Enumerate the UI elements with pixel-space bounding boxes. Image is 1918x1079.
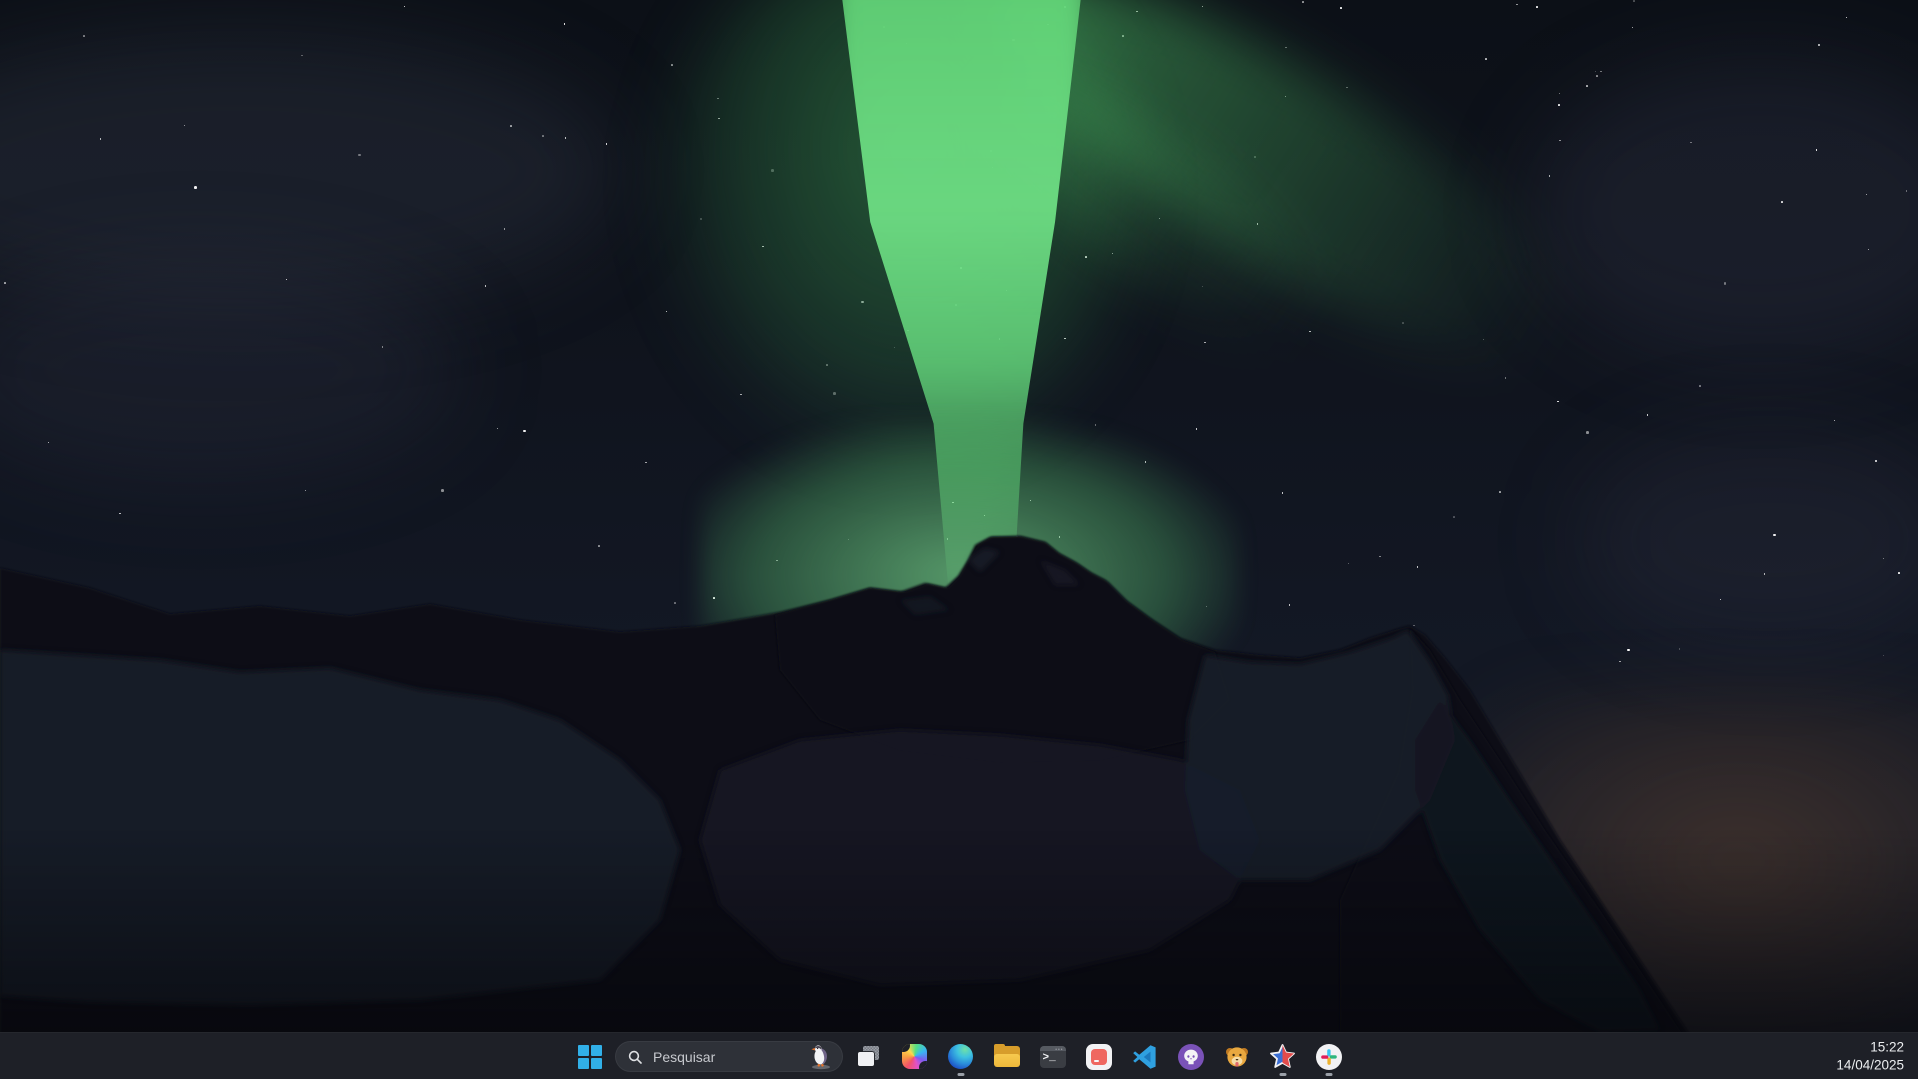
red-square-app-icon bbox=[1086, 1044, 1112, 1070]
slack-icon bbox=[1316, 1044, 1342, 1070]
taskbar-app-file-explorer[interactable] bbox=[986, 1036, 1027, 1077]
taskbar-app-dog[interactable] bbox=[1216, 1036, 1257, 1077]
github-desktop-icon bbox=[1178, 1044, 1204, 1070]
edge-browser-icon bbox=[948, 1044, 973, 1069]
running-indicator bbox=[957, 1073, 964, 1076]
desktop: •••>_ bbox=[0, 0, 1918, 1079]
taskbar-app-edge[interactable] bbox=[940, 1036, 981, 1077]
vscode-icon bbox=[1132, 1044, 1158, 1070]
dog-face-icon bbox=[1224, 1044, 1250, 1070]
clock-date: 14/04/2025 bbox=[1836, 1056, 1904, 1074]
wallpaper-aurora-mountains bbox=[0, 0, 1918, 1079]
taskbar-clock[interactable]: 15:22 14/04/2025 bbox=[1832, 1036, 1908, 1075]
windows-logo-icon bbox=[578, 1045, 602, 1069]
terminal-icon: •••>_ bbox=[1040, 1046, 1066, 1068]
taskbar-app-task-view[interactable] bbox=[848, 1036, 889, 1077]
taskbar: •••>_ bbox=[0, 1032, 1918, 1079]
file-explorer-folder-icon bbox=[994, 1046, 1020, 1067]
copilot-icon bbox=[902, 1044, 927, 1069]
taskbar-app-slack[interactable] bbox=[1308, 1036, 1349, 1077]
red-blue-star-a-icon bbox=[1269, 1043, 1296, 1070]
taskbar-app-star-a[interactable] bbox=[1262, 1036, 1303, 1077]
running-indicator bbox=[1279, 1073, 1286, 1076]
running-indicator bbox=[1325, 1073, 1332, 1076]
taskbar-app-copilot[interactable] bbox=[894, 1036, 935, 1077]
task-view-icon bbox=[855, 1043, 882, 1070]
mountain-silhouette bbox=[0, 0, 1918, 1079]
search-box[interactable] bbox=[615, 1041, 843, 1072]
taskbar-app-github-desktop[interactable] bbox=[1170, 1036, 1211, 1077]
taskbar-app-vscode[interactable] bbox=[1124, 1036, 1165, 1077]
taskbar-app-red-square[interactable] bbox=[1078, 1036, 1119, 1077]
clock-time: 15:22 bbox=[1836, 1038, 1904, 1056]
puffin-bird-icon[interactable] bbox=[808, 1043, 834, 1070]
search-input[interactable] bbox=[651, 1048, 804, 1066]
start-button[interactable] bbox=[569, 1036, 610, 1077]
taskbar-app-terminal[interactable]: •••>_ bbox=[1032, 1036, 1073, 1077]
search-icon bbox=[628, 1050, 642, 1064]
